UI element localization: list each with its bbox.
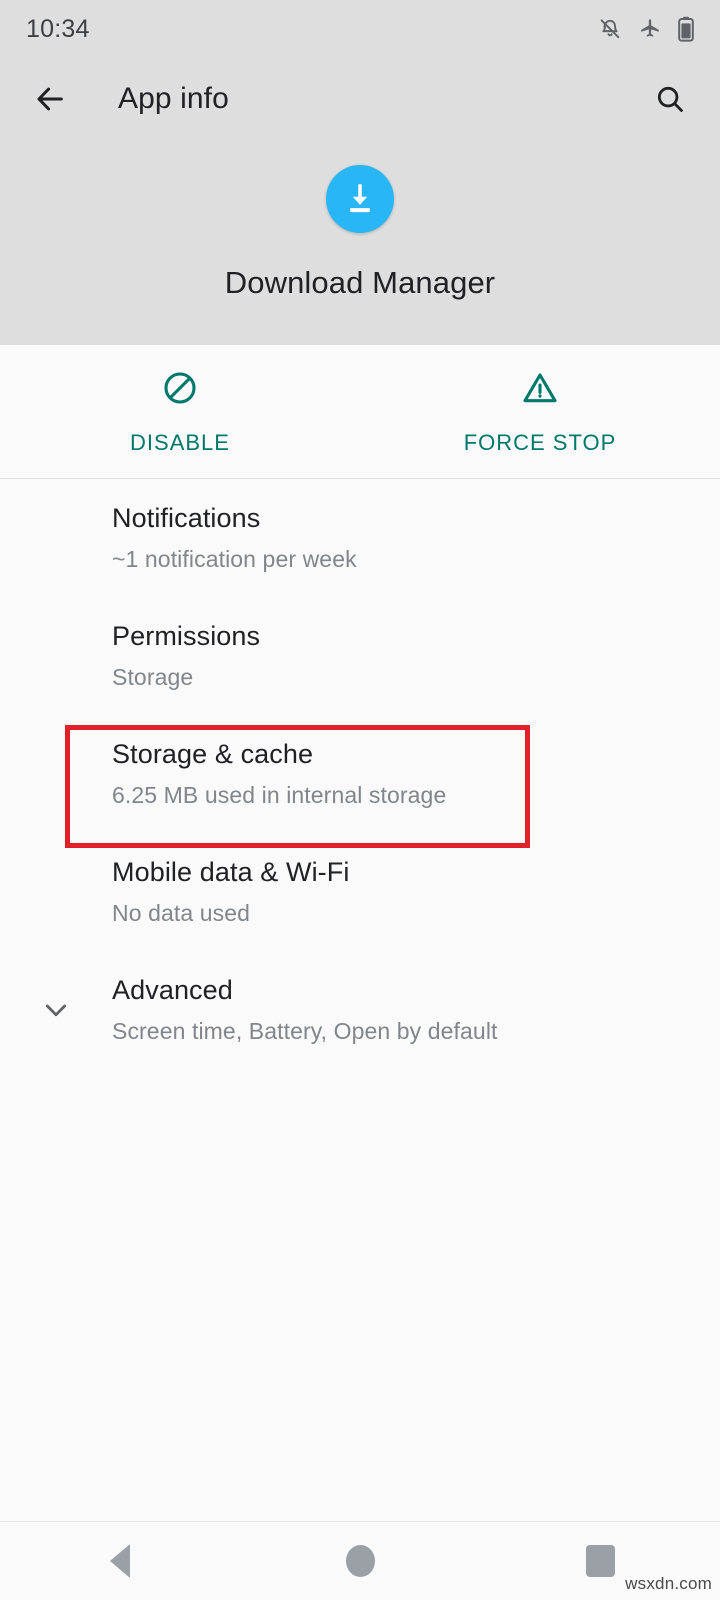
row-subtitle: 6.25 MB used in internal storage <box>112 782 447 808</box>
status-icon-group <box>598 16 694 42</box>
notifications-off-icon <box>598 17 622 41</box>
force-stop-button[interactable]: FORCE STOP <box>360 345 720 478</box>
row-body: Permissions Storage <box>0 620 260 692</box>
settings-list: Notifications ~1 notification per week P… <box>0 479 720 1069</box>
app-name: Download Manager <box>224 265 496 300</box>
row-body: Storage & cache 6.25 MB used in internal… <box>0 738 446 810</box>
recents-square-icon <box>585 1545 615 1577</box>
nav-home-button[interactable] <box>240 1545 480 1577</box>
app-header-block: 10:34 App info Download Manager <box>0 0 720 345</box>
nav-back-button[interactable] <box>0 1544 240 1578</box>
search-icon[interactable] <box>646 75 694 123</box>
block-icon <box>160 368 200 413</box>
row-title: Advanced <box>112 975 233 1006</box>
settings-row-permissions[interactable]: Permissions Storage <box>0 597 720 715</box>
battery-icon <box>678 16 694 42</box>
toolbar: App info <box>0 62 720 136</box>
settings-row-advanced[interactable]: Advanced Screen time, Battery, Open by d… <box>0 951 720 1069</box>
page-title: App info <box>118 82 229 115</box>
row-title: Permissions <box>112 621 261 652</box>
row-body: Notifications ~1 notification per week <box>0 502 357 574</box>
status-bar: 10:34 <box>0 0 720 58</box>
row-body: Advanced Screen time, Battery, Open by d… <box>112 974 498 1046</box>
system-navigation-bar <box>0 1522 720 1600</box>
download-manager-icon <box>326 165 394 233</box>
back-arrow-icon[interactable] <box>26 75 74 123</box>
force-stop-button-label: FORCE STOP <box>463 429 617 455</box>
row-subtitle: No data used <box>112 900 251 926</box>
row-title: Notifications <box>112 503 261 534</box>
settings-row-storage-and-cache[interactable]: Storage & cache 6.25 MB used in internal… <box>0 715 720 833</box>
disable-button-label: DISABLE <box>130 429 230 455</box>
settings-row-notifications[interactable]: Notifications ~1 notification per week <box>0 479 720 597</box>
phone-screen: 10:34 App info Download Manager DISABLE … <box>0 0 720 1600</box>
nav-recents-button[interactable] <box>480 1545 720 1577</box>
status-clock: 10:34 <box>26 14 90 43</box>
watermark: wsxdn.com <box>625 1574 712 1593</box>
settings-row-mobile-data-and-wifi[interactable]: Mobile data & Wi-Fi No data used <box>0 833 720 951</box>
row-title: Mobile data & Wi-Fi <box>112 857 350 888</box>
back-triangle-icon <box>110 1544 130 1578</box>
row-title: Storage & cache <box>112 739 314 770</box>
app-identity: Download Manager <box>0 165 720 301</box>
chevron-down-icon[interactable] <box>0 994 112 1026</box>
row-subtitle: Storage <box>112 664 194 690</box>
airplane-mode-icon <box>638 17 662 41</box>
home-circle-icon <box>345 1545 375 1577</box>
row-subtitle: Screen time, Battery, Open by default <box>112 1018 498 1044</box>
disable-button[interactable]: DISABLE <box>0 345 360 478</box>
action-button-row: DISABLE FORCE STOP <box>0 345 720 478</box>
warning-triangle-icon <box>520 368 560 413</box>
row-subtitle: ~1 notification per week <box>112 546 357 572</box>
row-body: Mobile data & Wi-Fi No data used <box>0 856 349 928</box>
